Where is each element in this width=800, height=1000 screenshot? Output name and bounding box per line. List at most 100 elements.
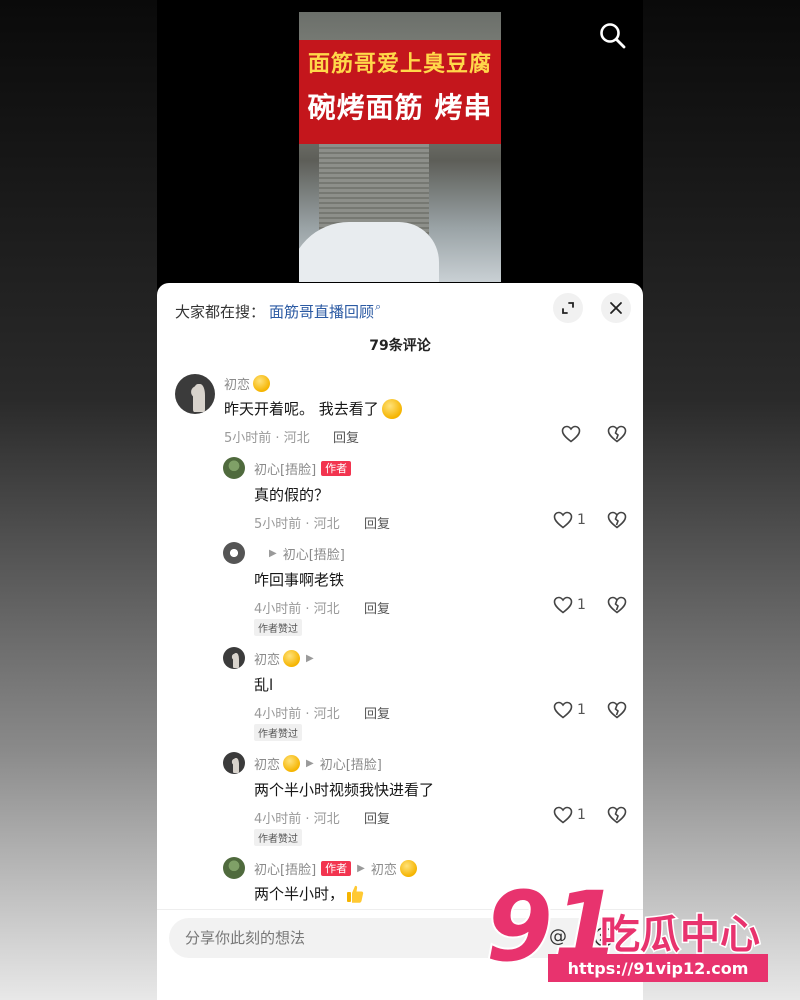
author-tag: 作者 (321, 461, 352, 476)
author-liked-badge: 作者赞过 (254, 619, 302, 636)
comment-input-bar: @ (157, 909, 643, 1000)
comment-username[interactable]: 初心[捂脸] 作者 (254, 459, 352, 478)
comment-text: 真的假的？ (254, 486, 330, 504)
comment-text-value: 昨天开着呢。 我去看了 (224, 400, 379, 418)
username-text: 初恋 (224, 378, 251, 393)
comment-meta: 5小时前 · 河北 (254, 517, 340, 532)
broken-heart-icon (607, 511, 627, 529)
avatar[interactable] (223, 457, 245, 479)
hot-search-link[interactable]: 面筋哥直播回顾 (269, 301, 374, 322)
search-icon (600, 23, 626, 49)
hot-search-bar: 大家都在搜： 面筋哥直播回顾 ⌕ (175, 299, 381, 323)
reply-button[interactable]: 回复 (364, 808, 390, 827)
shush-emoji-icon (399, 860, 417, 877)
expand-button[interactable] (553, 293, 583, 323)
like-count: 1 (577, 702, 586, 718)
like-button[interactable]: 1 (553, 701, 586, 719)
thumbs-up-emoji-icon (347, 885, 364, 903)
shop-sign: 面筋哥爱上臭豆腐 碗烤面筋 烤串 (299, 40, 501, 144)
comment-username[interactable]: ▶ 初心[捂脸] (263, 544, 345, 563)
dislike-button[interactable] (607, 806, 627, 828)
username-text: 初心[捂脸] (254, 463, 317, 478)
emoji-picker-button[interactable] (593, 926, 615, 948)
smile-emoji-icon (381, 398, 402, 419)
comment-text: 两个半小时， (254, 883, 364, 904)
comment-text: 乱l (254, 676, 274, 694)
at-icon: @ (549, 926, 567, 947)
avatar[interactable] (223, 542, 245, 564)
phone-screen: 面筋哥爱上臭豆腐 碗烤面筋 烤串 大家都在搜： 面筋哥直播回顾 ⌕ 79条评论 … (157, 0, 643, 1000)
reply-arrow-icon: ▶ (306, 653, 314, 664)
broken-heart-icon (607, 701, 627, 719)
shop-sign-line1: 面筋哥爱上臭豆腐 (307, 52, 492, 77)
avatar[interactable] (223, 647, 245, 669)
dislike-button[interactable] (607, 701, 627, 723)
like-count: 1 (577, 597, 586, 613)
heart-icon (553, 701, 573, 719)
broken-heart-icon (607, 425, 627, 443)
reply-arrow-icon: ▶ (269, 548, 277, 559)
close-icon (610, 302, 622, 314)
like-button[interactable] (561, 425, 581, 443)
heart-icon (553, 596, 573, 614)
comment-text: 两个半小时视频我快进看了 (254, 781, 435, 799)
dislike-button[interactable] (607, 511, 627, 533)
smiley-icon (594, 927, 614, 947)
broken-heart-icon (607, 596, 627, 614)
avatar[interactable] (223, 752, 245, 774)
shush-emoji-icon (283, 650, 301, 667)
like-button[interactable]: 1 (553, 511, 586, 529)
like-count: 1 (577, 512, 586, 528)
comment-username[interactable]: 初心[捂脸] 作者 ▶ 初恋 (254, 859, 417, 878)
author-liked-badge: 作者赞过 (254, 724, 302, 741)
reply-button[interactable]: 回复 (364, 598, 390, 617)
reply-button[interactable]: 回复 (364, 703, 390, 722)
comment-text: 咋回事啊老铁 (254, 571, 345, 589)
comment-meta: 5小时前 · 河北 (224, 431, 310, 446)
avatar[interactable] (223, 857, 245, 879)
comment-username[interactable]: 初恋 (224, 374, 271, 393)
reply-to-username: 初心[捂脸] (282, 548, 345, 563)
close-button[interactable] (601, 293, 631, 323)
expand-icon (562, 302, 574, 314)
comment-meta: 4小时前 · 河北 (254, 707, 340, 722)
search-button[interactable] (597, 20, 629, 52)
username-text: 初恋 (254, 653, 281, 668)
heart-icon (553, 806, 573, 824)
search-small-icon: ⌕ (375, 300, 382, 313)
shush-emoji-icon (253, 375, 271, 392)
shop-sign-line2: 碗烤面筋 烤串 (307, 91, 493, 124)
hot-search-prefix: 大家都在搜： (175, 302, 266, 321)
heart-icon (561, 425, 581, 443)
like-button[interactable]: 1 (553, 596, 586, 614)
author-liked-badge: 作者赞过 (254, 829, 302, 846)
comment-meta: 4小时前 · 河北 (254, 602, 340, 617)
reply-arrow-icon: ▶ (357, 863, 365, 874)
username-text: 初心[捂脸] (254, 863, 317, 878)
broken-heart-icon (607, 806, 627, 824)
comment-text-value: 两个半小时， (254, 885, 345, 903)
comment-count: 79条评论 (369, 338, 431, 354)
reply-arrow-icon: ▶ (306, 758, 314, 769)
username-text: 初恋 (254, 758, 281, 773)
comment-username[interactable]: 初恋 ▶ (254, 649, 320, 668)
reply-button[interactable]: 回复 (364, 513, 390, 532)
dislike-button[interactable] (607, 425, 627, 447)
shush-emoji-icon (283, 755, 301, 772)
reply-button[interactable]: 回复 (333, 427, 359, 446)
like-button[interactable]: 1 (553, 806, 586, 824)
comment-text: 昨天开着呢。 我去看了 (224, 398, 402, 419)
heart-icon (553, 511, 573, 529)
comment-meta: 4小时前 · 河北 (254, 812, 340, 827)
dislike-button[interactable] (607, 596, 627, 618)
video-player[interactable]: 面筋哥爱上臭豆腐 碗烤面筋 烤串 (299, 12, 501, 282)
comment-username[interactable]: 初恋 ▶ 初心[捂脸] (254, 754, 382, 773)
reply-to-username: 初恋 (370, 863, 397, 878)
comment-sheet: 大家都在搜： 面筋哥直播回顾 ⌕ 79条评论 初恋 昨天开着呢。 我去看了 5小… (157, 283, 643, 1000)
reply-to-username: 初心[捂脸] (319, 758, 382, 773)
like-count: 1 (577, 807, 586, 823)
author-tag: 作者 (321, 861, 352, 876)
avatar[interactable] (175, 374, 215, 414)
car-in-frame (299, 222, 439, 282)
mention-button[interactable]: @ (549, 926, 567, 947)
